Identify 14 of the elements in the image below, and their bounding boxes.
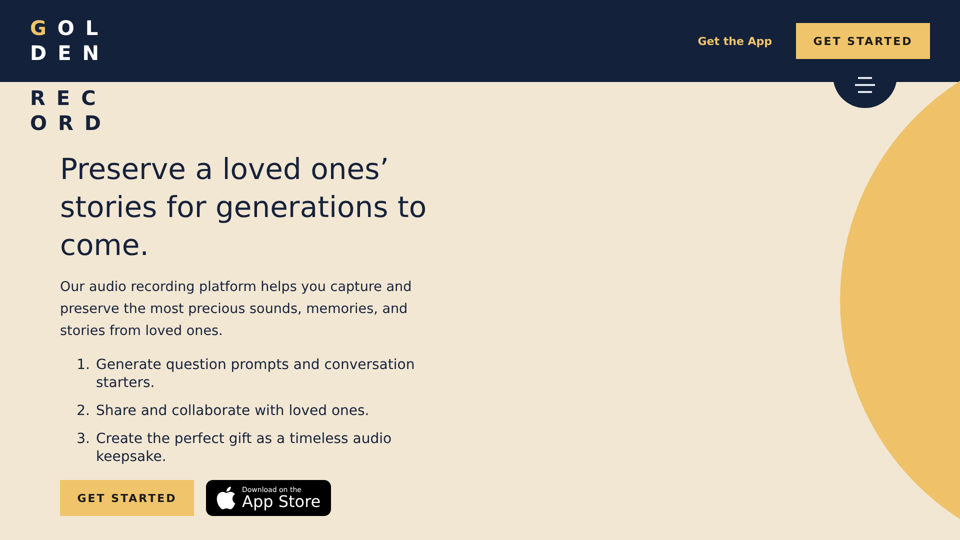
step-text: Share and collaborate with loved ones. — [96, 402, 370, 420]
step-text: Generate question prompts and conversation starters. — [96, 356, 416, 392]
hero-heading: Preserve a loved ones’ stories for generations to come. — [60, 151, 428, 264]
step-text: Create the perfect gift as a timeless audio keepsake. — [96, 430, 393, 466]
step-number: 3. — [76, 430, 90, 449]
step-number: 1. — [76, 356, 90, 375]
get-started-button[interactable]: GET STARTED — [60, 480, 194, 516]
intro-text: Our audio recording platform helps you capture and preserve the most precious sounds, memories, and stories from loved ones. — [60, 278, 413, 341]
step-number: 2. — [76, 402, 90, 420]
logo[interactable]: G OL DEN REC ORD — [30, 16, 112, 136]
menu-icon — [854, 76, 876, 94]
get-started-button[interactable]: GET STARTED — [796, 23, 930, 59]
get-app-link[interactable]: Get the App — [698, 34, 772, 48]
apple-icon — [216, 486, 236, 510]
